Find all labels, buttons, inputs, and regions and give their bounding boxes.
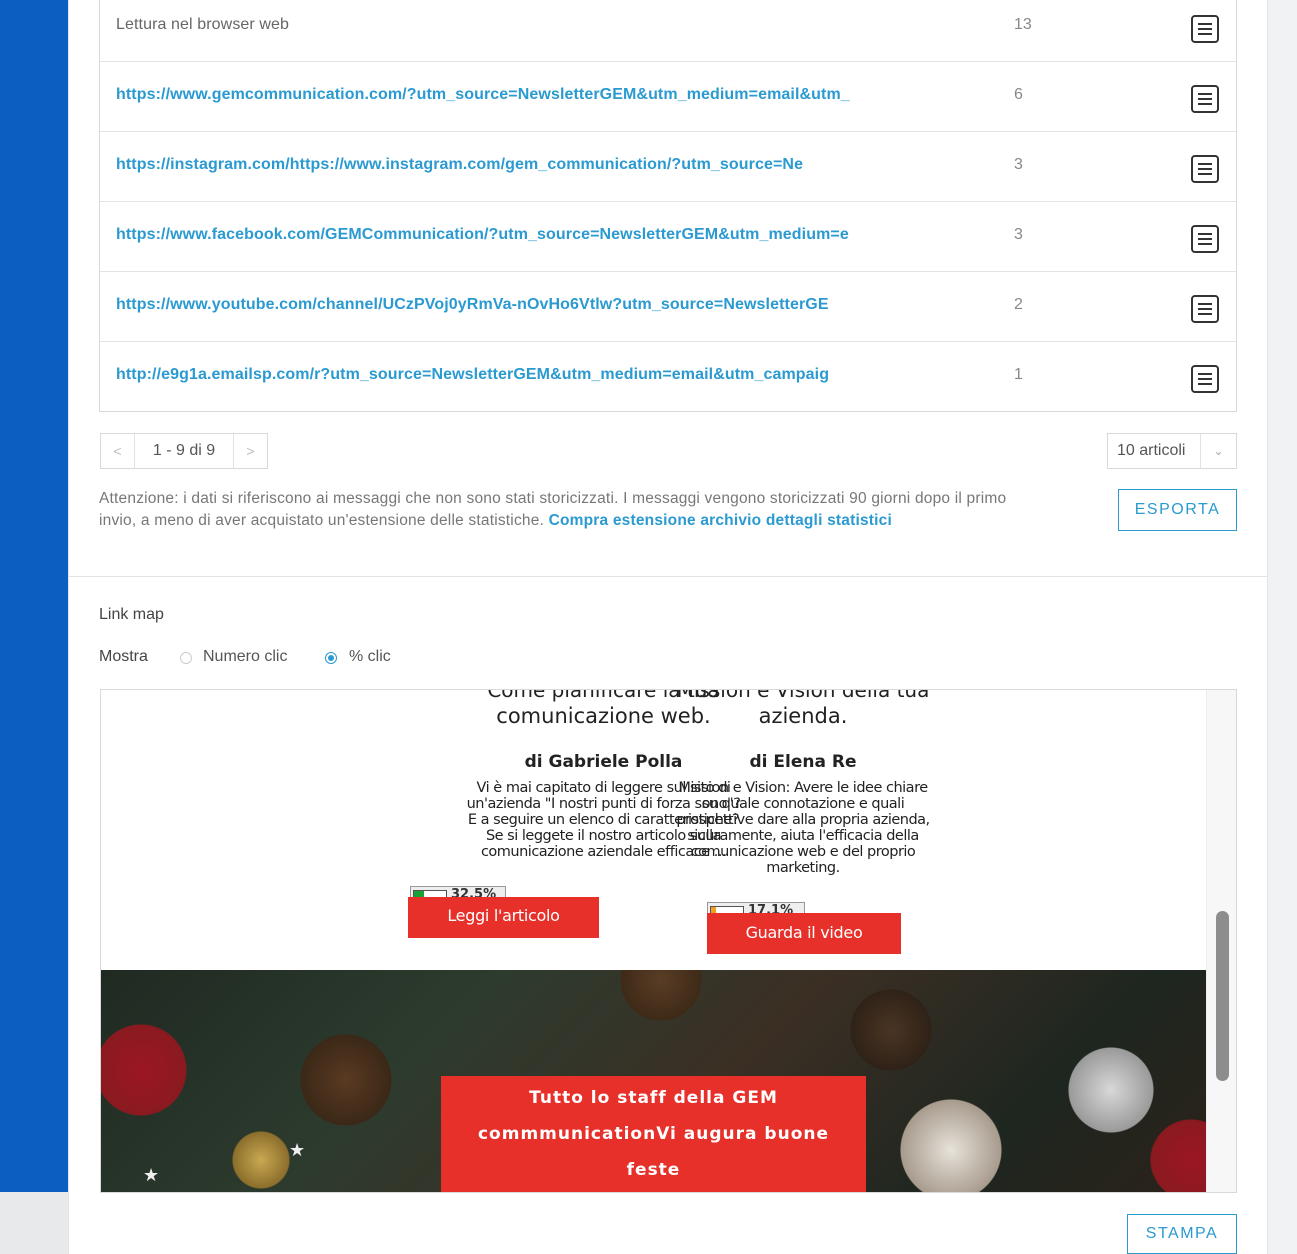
- storage-notice: Attenzione: i dati si riferiscono ai mes…: [99, 488, 1019, 532]
- greetings-banner: Tutto lo staff della GEM commmunicationV…: [441, 1076, 866, 1192]
- pagination: < 1 - 9 di 9 >: [100, 433, 268, 469]
- radio-click-count[interactable]: [180, 652, 192, 664]
- star-icon: ★: [289, 1140, 306, 1160]
- items-per-page-value: 10 articoli: [1117, 442, 1186, 459]
- radio-click-percent-label[interactable]: % clic: [349, 646, 391, 668]
- page-range-label: 1 - 9 di 9: [152, 442, 216, 459]
- article-right-author: di Elena Re: [749, 752, 857, 772]
- link-map-title: Link map: [99, 606, 164, 623]
- table-row[interactable]: https://www.youtube.com/channel/UCzPVoj0…: [100, 272, 1236, 342]
- radio-click-percent[interactable]: [325, 652, 337, 664]
- star-icon: ★: [143, 1165, 160, 1185]
- items-per-page-select[interactable]: 10 articoli ⌄: [1107, 433, 1237, 469]
- newsletter-preview[interactable]: Come pianificare la tua comunicazione we…: [100, 689, 1237, 1193]
- table-row[interactable]: https://instagram.com/https://www.instag…: [100, 132, 1236, 202]
- click-count: 13: [1014, 16, 1032, 33]
- christmas-banner-image: ★ ★ Tutto lo staff della GEM commmunicat…: [101, 970, 1206, 1192]
- link-url: Lettura nel browser web: [116, 16, 290, 33]
- watch-video-button[interactable]: Guarda il video: [707, 913, 901, 954]
- read-article-button[interactable]: Leggi l'articolo: [408, 897, 599, 938]
- click-count: 3: [1014, 226, 1023, 243]
- details-icon[interactable]: [1191, 295, 1219, 323]
- link-url[interactable]: https://instagram.com/https://www.instag…: [116, 132, 803, 202]
- link-url[interactable]: http://e9g1a.emailsp.com/r?utm_source=Ne…: [116, 342, 829, 412]
- greetings-line-1: Tutto lo staff della GEM: [529, 1088, 778, 1108]
- preview-scrollbar[interactable]: [1206, 690, 1236, 1192]
- greetings-line-3: feste: [626, 1160, 681, 1180]
- greetings-line-2: commmunicationVi augura buone: [477, 1124, 830, 1144]
- table-row[interactable]: https://www.gemcommunication.com/?utm_so…: [100, 62, 1236, 132]
- click-count: 3: [1014, 156, 1023, 173]
- buy-extension-link[interactable]: Compra estensione archivio dettagli stat…: [549, 512, 892, 529]
- table-row[interactable]: https://www.facebook.com/GEMCommunicatio…: [100, 202, 1236, 272]
- scrollbar-thumb[interactable]: [1216, 911, 1229, 1081]
- print-button[interactable]: STAMPA: [1127, 1214, 1237, 1254]
- next-page-button[interactable]: >: [233, 434, 267, 468]
- table-row[interactable]: Lettura nel browser web 13: [100, 0, 1236, 62]
- click-count: 6: [1014, 86, 1023, 103]
- chevron-down-icon[interactable]: ⌄: [1200, 434, 1236, 468]
- details-icon[interactable]: [1191, 15, 1219, 43]
- details-icon[interactable]: [1191, 155, 1219, 183]
- links-table: Lettura nel browser web 13 https://www.g…: [99, 0, 1237, 412]
- export-button[interactable]: ESPORTA: [1118, 489, 1237, 531]
- details-icon[interactable]: [1191, 85, 1219, 113]
- article-right-excerpt: Mission e Vision: Avere le idee chiare s…: [676, 780, 930, 876]
- section-divider: [69, 576, 1267, 577]
- table-row[interactable]: http://e9g1a.emailsp.com/r?utm_source=Ne…: [100, 342, 1236, 412]
- click-count: 1: [1014, 366, 1023, 383]
- link-url[interactable]: https://www.youtube.com/channel/UCzPVoj0…: [116, 272, 829, 342]
- radio-click-count-label[interactable]: Numero clic: [203, 646, 287, 668]
- link-url[interactable]: https://www.gemcommunication.com/?utm_so…: [116, 62, 850, 132]
- link-url[interactable]: https://www.facebook.com/GEMCommunicatio…: [116, 202, 849, 272]
- article-right-cut-title: Mission e Vision della tua: [676, 689, 930, 702]
- details-icon[interactable]: [1191, 365, 1219, 393]
- details-icon[interactable]: [1191, 225, 1219, 253]
- prev-page-button[interactable]: <: [101, 434, 135, 468]
- right-gutter: [1268, 0, 1297, 1254]
- show-label: Mostra: [99, 648, 148, 665]
- article-right-title: azienda.: [758, 704, 848, 728]
- click-count: 2: [1014, 296, 1023, 313]
